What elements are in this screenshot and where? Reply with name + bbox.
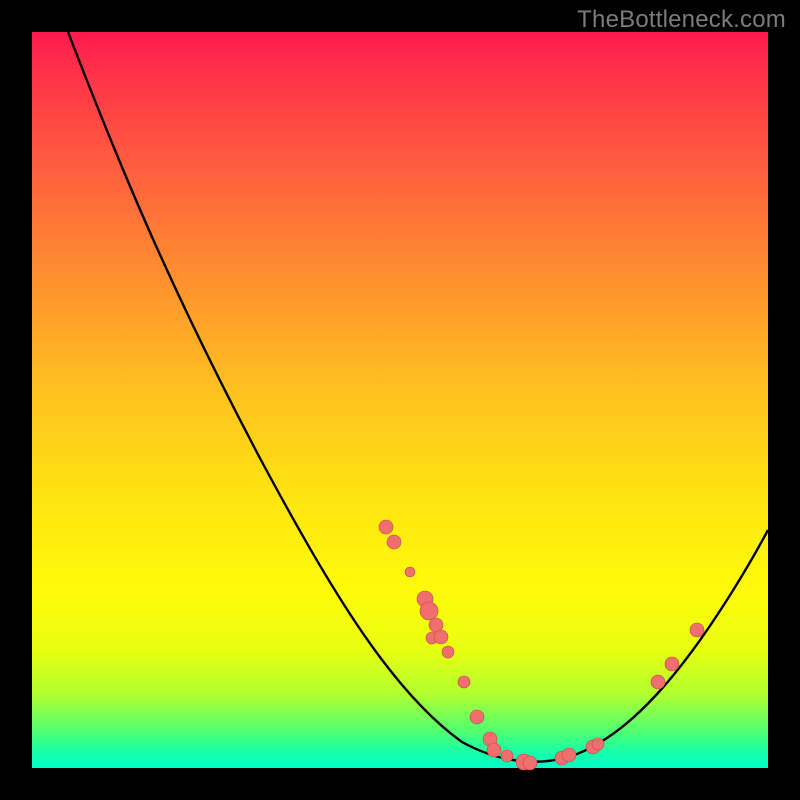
chart-dot	[434, 630, 448, 644]
chart-dot	[420, 602, 438, 620]
chart-plot-area	[32, 32, 768, 768]
chart-dot	[690, 623, 704, 637]
chart-dot	[487, 743, 501, 757]
chart-dot	[562, 748, 576, 762]
chart-dot	[592, 738, 604, 750]
chart-dot	[442, 646, 454, 658]
chart-dots-group	[379, 520, 704, 770]
watermark-text: TheBottleneck.com	[577, 6, 786, 34]
chart-dot	[501, 750, 513, 762]
chart-dot	[523, 756, 537, 770]
chart-dot	[458, 676, 470, 688]
chart-dot	[379, 520, 393, 534]
chart-dot	[405, 567, 415, 577]
chart-dot	[387, 535, 401, 549]
chart-dot	[665, 657, 679, 671]
chart-dot	[470, 710, 484, 724]
chart-svg	[32, 32, 768, 768]
chart-curve	[68, 32, 768, 762]
chart-dot	[651, 675, 665, 689]
